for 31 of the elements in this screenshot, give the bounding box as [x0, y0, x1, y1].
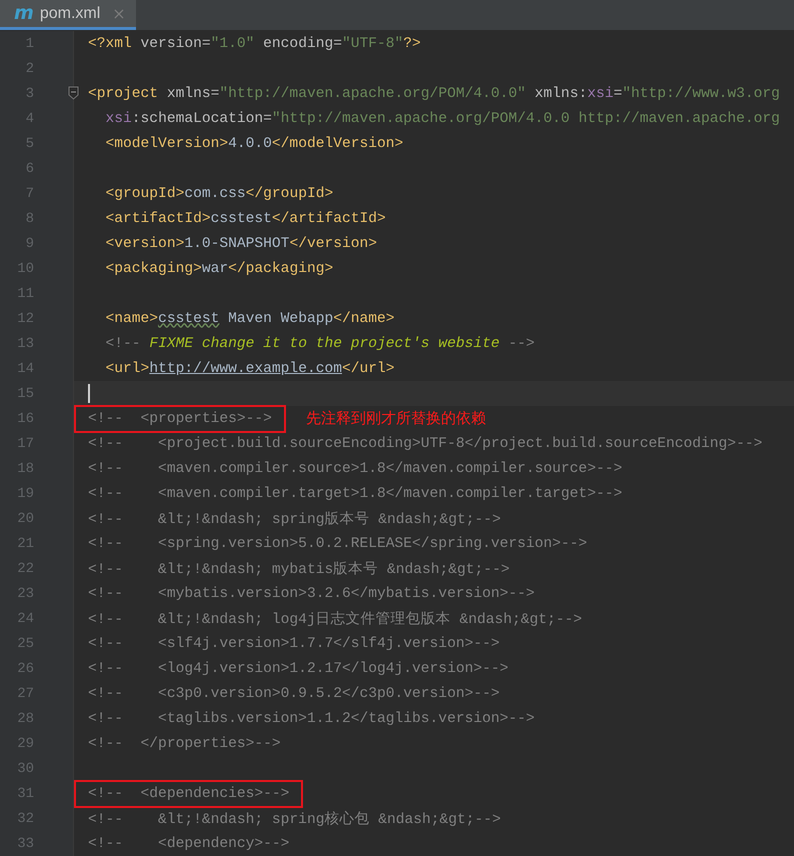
code-line: <!-- <slf4j.version>1.7.7</slf4j.version>--> — [88, 636, 500, 652]
code-line: <!-- <maven.compiler.target>1.8</maven.compiler.target>--> — [88, 486, 622, 502]
code-line: <?xml version="1.0" encoding="UTF-8"?> — [88, 36, 421, 52]
maven-icon: m — [14, 4, 34, 23]
annotation-text: 先注释到刚才所替换的依赖 — [306, 409, 486, 428]
code-line: <url>http://www.example.com</url> — [104, 360, 395, 376]
code-line: <!-- <dependency>--> — [88, 836, 290, 852]
code-line: <groupId>com.css</groupId> — [104, 186, 334, 202]
code-line: <name>csstest Maven Webapp</name> — [104, 310, 395, 326]
code-line: <!-- <log4j.version>1.2.17</log4j.version>--> — [88, 660, 508, 676]
file-tab[interactable]: m pom.xml × — [0, 0, 136, 30]
code-line: <artifactId>csstest</artifactId> — [104, 210, 386, 226]
fold-icon[interactable] — [68, 86, 79, 100]
code-line: <!-- </properties>--> — [88, 736, 281, 752]
code-line: <!-- &lt;!&ndash; spring版本号 &ndash;&gt;--> — [88, 510, 501, 528]
code-line: <!-- &lt;!&ndash; mybatis版本号 &ndash;&gt;--> — [88, 560, 510, 578]
code-line: <version>1.0-SNAPSHOT</version> — [104, 236, 378, 252]
code-line: <!-- <c3p0.version>0.9.5.2</c3p0.version>--> — [88, 686, 500, 702]
code-line: <!-- <spring.version>5.0.2.RELEASE</spring.version>--> — [88, 536, 588, 552]
code-line: <!-- &lt;!&ndash; log4j日志文件管理包版本 &ndash;&gt;--> — [88, 610, 582, 628]
code-line: <!-- <taglibs.version>1.1.2</taglibs.version>--> — [88, 710, 535, 726]
code-line: <!-- <mybatis.version>3.2.6</mybatis.version>--> — [88, 586, 535, 602]
code-line: xsi:schemaLocation="http://maven.apache.org/POM/4.0.0 http://maven.apache.org — [104, 110, 780, 126]
code-line: <!-- <maven.compiler.source>1.8</maven.compiler.source>--> — [88, 460, 622, 476]
code-line: <!-- FIXME change it to the project's website --> — [104, 336, 535, 352]
code-line: <project xmlns="http://maven.apache.org/POM/4.0.0" xmlns:xsi="http://www.w3.org — [88, 86, 780, 102]
tab-title: pom.xml — [40, 4, 100, 22]
code-line: <!-- &lt;!&ndash; spring核心包 &ndash;&gt;--> — [88, 810, 501, 828]
code-line: <packaging>war</packaging> — [104, 260, 334, 276]
code-line: <modelVersion>4.0.0</modelVersion> — [104, 136, 404, 152]
code-line: <!-- <project.build.sourceEncoding>UTF-8</project.build.sourceEncoding>--> — [88, 436, 762, 452]
